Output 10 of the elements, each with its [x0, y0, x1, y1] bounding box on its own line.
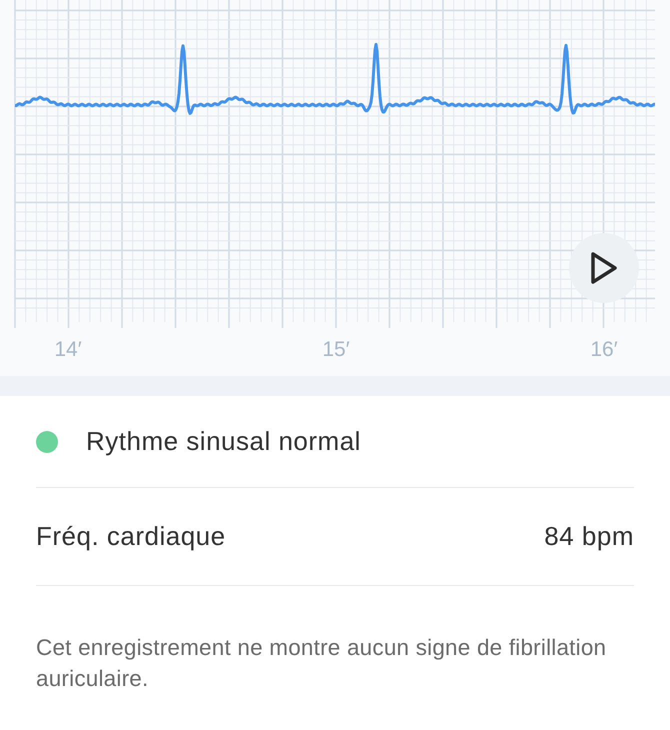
- heart-rate-label: Fréq. cardiaque: [36, 521, 226, 552]
- rhythm-label: Rythme sinusal normal: [86, 426, 361, 457]
- summary-text: Cet enregistrement ne montre aucun signe de fibrillation auriculaire.: [36, 634, 608, 693]
- axis-label: 14′: [53, 338, 83, 362]
- heart-rate-value: 84 bpm: [544, 521, 634, 552]
- play-icon: [590, 251, 618, 285]
- axis-label: 16′: [589, 338, 619, 362]
- axis-label: 15′: [321, 338, 351, 362]
- play-button[interactable]: [569, 233, 639, 303]
- status-dot: [36, 430, 58, 452]
